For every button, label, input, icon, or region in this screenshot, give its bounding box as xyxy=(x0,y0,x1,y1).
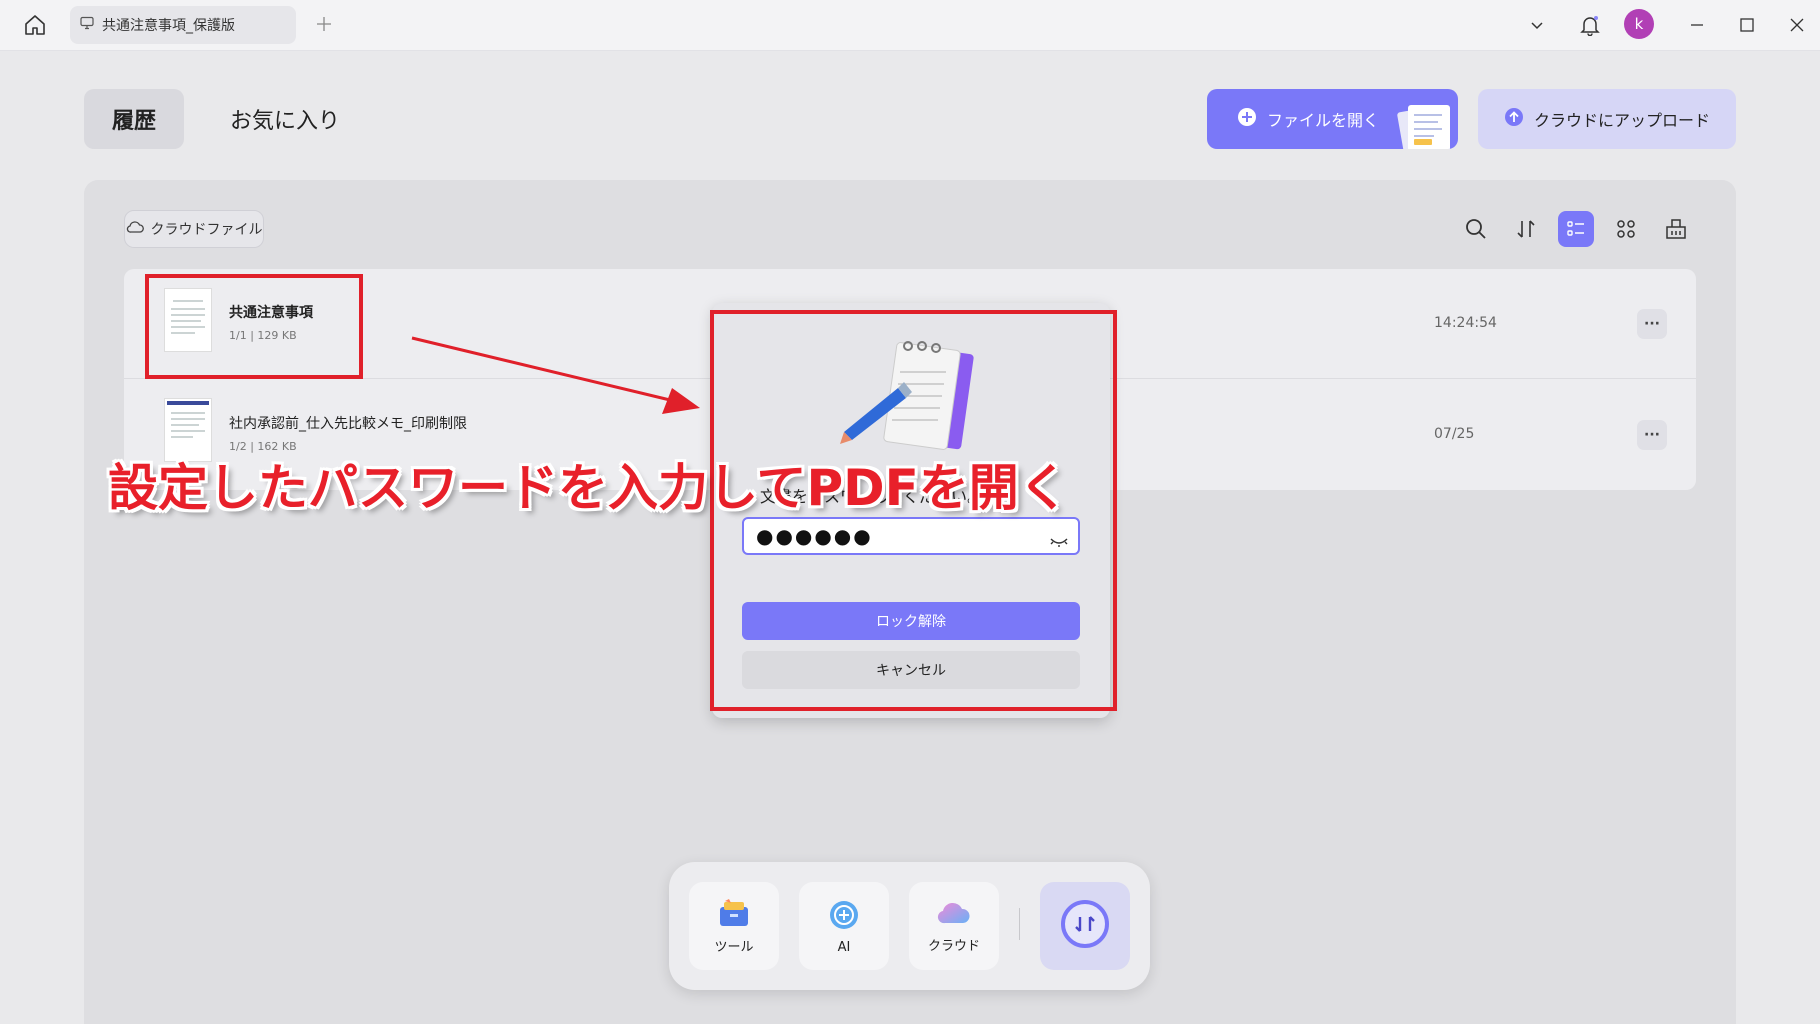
highlight-box-file xyxy=(145,274,363,379)
list-view-icon[interactable] xyxy=(1558,211,1594,247)
cloud-gradient-icon xyxy=(936,899,972,931)
new-tab-icon[interactable] xyxy=(312,12,336,36)
plus-circle-icon xyxy=(1237,107,1257,131)
bell-icon[interactable] xyxy=(1575,10,1605,40)
home-icon[interactable] xyxy=(20,10,50,40)
dock-tools-button[interactable]: ツール xyxy=(689,882,779,970)
more-options-button[interactable]: ··· xyxy=(1637,420,1667,450)
cloud-icon xyxy=(126,220,144,238)
sort-icon[interactable] xyxy=(1508,211,1544,247)
dock-cloud-button[interactable]: クラウド xyxy=(909,882,999,970)
chevron-down-icon[interactable] xyxy=(1524,12,1550,38)
cloud-files-button[interactable]: クラウドファイル xyxy=(124,210,264,248)
annotation-caption: 設定したパスワードを入力してPDFを開く xyxy=(108,459,1069,517)
upload-cloud-label: クラウドにアップロード xyxy=(1533,111,1710,130)
cloud-files-label: クラウドファイル xyxy=(150,222,263,238)
upload-icon xyxy=(1504,107,1524,131)
dock-ai-button[interactable]: AI xyxy=(799,882,889,970)
file-date: 14:24:54 xyxy=(1434,315,1497,331)
trash-basket-icon[interactable] xyxy=(1658,211,1694,247)
annotation-arrow xyxy=(411,336,700,414)
toolbox-icon xyxy=(717,898,751,932)
tab-history[interactable]: 履歴 xyxy=(84,89,184,149)
open-file-button[interactable]: ファイルを開く xyxy=(1207,89,1458,149)
documents-illustration-icon xyxy=(1390,99,1456,149)
tab-favorites[interactable]: お気に入り xyxy=(210,89,360,149)
avatar[interactable]: k xyxy=(1624,9,1654,39)
search-icon[interactable] xyxy=(1458,211,1494,247)
dock-sort-button[interactable] xyxy=(1040,882,1130,970)
ai-orb-icon xyxy=(827,898,861,936)
dock-divider xyxy=(1019,908,1020,940)
grid-view-icon[interactable] xyxy=(1608,211,1644,247)
open-file-label: ファイルを開く xyxy=(1267,111,1380,130)
upload-cloud-button[interactable]: クラウドにアップロード xyxy=(1478,89,1736,149)
sort-circle-icon xyxy=(1058,897,1112,955)
more-options-button[interactable]: ··· xyxy=(1637,309,1667,339)
document-tab[interactable]: 共通注意事項_保護版 xyxy=(70,6,296,44)
dock-cloud-label: クラウド xyxy=(927,938,980,954)
minimize-icon[interactable] xyxy=(1684,12,1710,38)
file-date: 07/25 xyxy=(1434,426,1475,442)
close-icon[interactable] xyxy=(1784,12,1810,38)
maximize-icon[interactable] xyxy=(1734,12,1760,38)
document-tab-title: 共通注意事項_保護版 xyxy=(102,18,235,34)
dock-tools-label: ツール xyxy=(714,939,754,955)
monitor-icon xyxy=(80,16,94,34)
dock-ai-label: AI xyxy=(837,939,851,955)
